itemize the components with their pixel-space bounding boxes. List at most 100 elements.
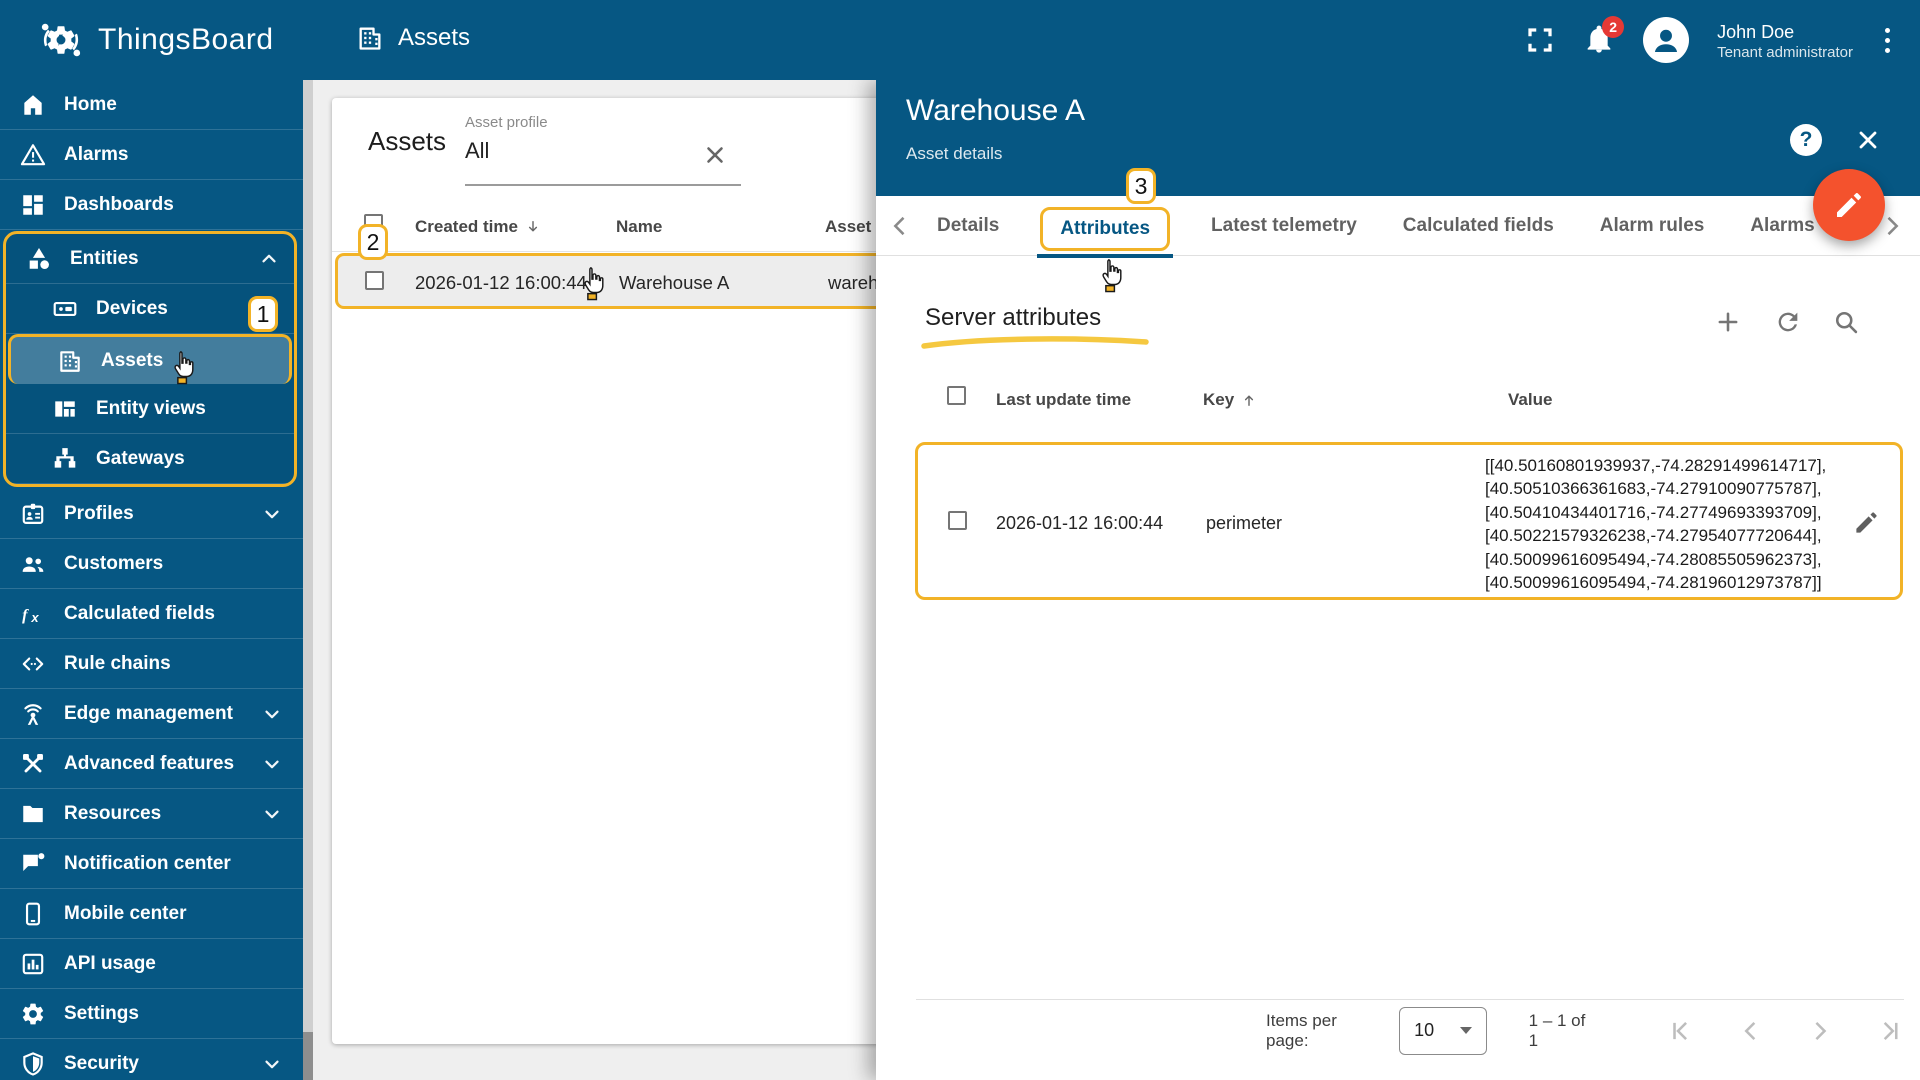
chevron-down-icon (261, 803, 283, 825)
tab-alarm-rules[interactable]: Alarm rules (1600, 215, 1705, 237)
cell-created-time: 2026-01-12 16:00:44 (415, 272, 587, 293)
column-header-key[interactable]: Key (1203, 390, 1258, 410)
help-button[interactable]: ? (1790, 124, 1822, 156)
gear-icon (20, 1001, 46, 1027)
row-checkbox[interactable] (948, 511, 967, 530)
shield-icon (20, 1051, 46, 1077)
items-per-page-label: Items per page: (1266, 1010, 1337, 1050)
notification-center-icon (20, 851, 46, 877)
annotation-step-1-badge: 1 (248, 296, 278, 332)
profiles-icon (20, 501, 46, 527)
sort-asc-icon (1240, 391, 1258, 409)
home-icon (20, 92, 46, 118)
column-header-name[interactable]: Name (616, 217, 662, 237)
folder-icon (20, 801, 46, 827)
sidebar-item-security[interactable]: Security (0, 1039, 303, 1080)
sidebar-item-advanced-features[interactable]: Advanced features (0, 739, 303, 789)
search-icon[interactable] (1832, 308, 1860, 336)
sidebar-item-entities[interactable]: Entities (6, 234, 294, 284)
top-header: ThingsBoard Assets 2 John Doe Tenant adm… (0, 0, 1920, 80)
sidebar-item-api-usage[interactable]: API usage (0, 939, 303, 989)
devices-icon (52, 296, 78, 322)
asset-profile-filter-value[interactable]: All (465, 138, 489, 164)
edit-attribute-pencil-icon[interactable] (1853, 509, 1880, 536)
entities-group-highlight: Entities Devices Assets Entity views Gat… (3, 231, 297, 487)
tab-latest-telemetry[interactable]: Latest telemetry (1211, 215, 1357, 237)
entity-views-icon (52, 396, 78, 422)
sidebar-item-entity-views[interactable]: Entity views (6, 384, 294, 434)
last-page-icon[interactable] (1876, 1017, 1904, 1045)
sidebar-item-gateways[interactable]: Gateways (6, 434, 294, 484)
fullscreen-icon[interactable] (1525, 25, 1555, 55)
column-header-created-time[interactable]: Created time (415, 217, 542, 237)
tabs-scroll-left-icon[interactable] (886, 212, 914, 240)
details-subtitle: Asset details (906, 144, 1003, 163)
chevron-up-icon (258, 248, 280, 270)
kebab-menu-icon[interactable] (1881, 24, 1894, 57)
tab-attributes[interactable]: Attributes (1060, 218, 1150, 240)
cell-value: [[40.50160801939937,-74.28291499614717],… (1485, 456, 1827, 593)
attribute-scope-select[interactable]: Server attributes (925, 304, 1101, 332)
gateways-icon (52, 446, 78, 472)
rule-chains-icon (20, 651, 46, 677)
active-tab-highlight: Attributes (1037, 206, 1173, 258)
edit-asset-fab[interactable] (1813, 169, 1885, 241)
sidebar-item-notification-center[interactable]: Notification center (0, 839, 303, 889)
user-info[interactable]: John Doe Tenant administrator (1717, 20, 1853, 61)
column-header-last-update-time[interactable]: Last update time (996, 390, 1131, 410)
clear-filter-icon[interactable] (702, 142, 728, 168)
tab-details[interactable]: Details (937, 215, 999, 237)
page-size-select[interactable]: 10 (1399, 1006, 1487, 1055)
dashboards-icon (20, 192, 46, 218)
sidebar-item-alarms[interactable]: Alarms (0, 130, 303, 180)
sidebar-scrollbar-thumb[interactable] (303, 1032, 313, 1080)
tab-calculated-fields[interactable]: Calculated fields (1403, 215, 1554, 237)
page-size-value: 10 (1414, 1020, 1435, 1040)
column-header-value[interactable]: Value (1508, 390, 1552, 410)
sidebar-item-rule-chains[interactable]: Rule chains (0, 639, 303, 689)
alarm-warning-icon (20, 142, 46, 168)
breadcrumb: Assets (356, 24, 470, 52)
sidebar-item-edge-management[interactable]: Edge management (0, 689, 303, 739)
hand-cursor-icon (578, 264, 610, 302)
add-attribute-icon[interactable] (1714, 308, 1742, 336)
sidebar-item-calculated-fields[interactable]: Calculated fields (0, 589, 303, 639)
sidebar-item-mobile-center[interactable]: Mobile center (0, 889, 303, 939)
select-all-attributes-checkbox[interactable] (947, 386, 966, 405)
details-header: Warehouse A Asset details ? (876, 80, 1920, 196)
hand-cursor-icon (168, 348, 200, 386)
sidebar-item-dashboards[interactable]: Dashboards (0, 180, 303, 230)
annotation-step-2-badge: 2 (358, 224, 388, 260)
refresh-icon[interactable] (1774, 308, 1802, 336)
tools-icon (20, 751, 46, 777)
chevron-down-icon (261, 1053, 283, 1075)
sidebar-item-customers[interactable]: Customers (0, 539, 303, 589)
sidebar-item-resources[interactable]: Resources (0, 789, 303, 839)
sort-desc-icon (524, 218, 542, 236)
thingsboard-logo-icon (38, 17, 84, 63)
sidebar-scrollbar[interactable] (303, 80, 313, 1080)
row-checkbox[interactable] (365, 271, 384, 290)
annotation-step-3-badge: 3 (1126, 168, 1156, 204)
first-page-icon[interactable] (1667, 1017, 1695, 1045)
sidebar-item-profiles[interactable]: Profiles (0, 489, 303, 539)
previous-page-icon[interactable] (1737, 1017, 1765, 1045)
pencil-icon (1833, 189, 1865, 221)
cell-name: Warehouse A (619, 272, 730, 293)
close-icon[interactable] (1854, 126, 1882, 154)
asset-profile-filter-label: Asset profile (465, 114, 548, 131)
app-logo[interactable]: ThingsBoard (38, 17, 274, 63)
chevron-down-icon (261, 753, 283, 775)
entities-icon (26, 246, 52, 272)
paginator-range: 1 – 1 of 1 (1528, 1010, 1586, 1050)
page-title: Assets (398, 24, 471, 51)
avatar[interactable] (1643, 17, 1690, 63)
sidebar-item-assets[interactable]: Assets (8, 334, 292, 384)
tab-alarms[interactable]: Alarms (1750, 215, 1814, 237)
notifications-button[interactable]: 2 (1583, 16, 1625, 57)
next-page-icon[interactable] (1806, 1017, 1834, 1045)
sidebar-item-home[interactable]: Home (0, 80, 303, 130)
api-usage-chart-icon (20, 951, 46, 977)
sidebar-item-settings[interactable]: Settings (0, 989, 303, 1039)
attribute-table-row[interactable]: 2026-01-12 16:00:44 perimeter [[40.50160… (915, 442, 1903, 600)
